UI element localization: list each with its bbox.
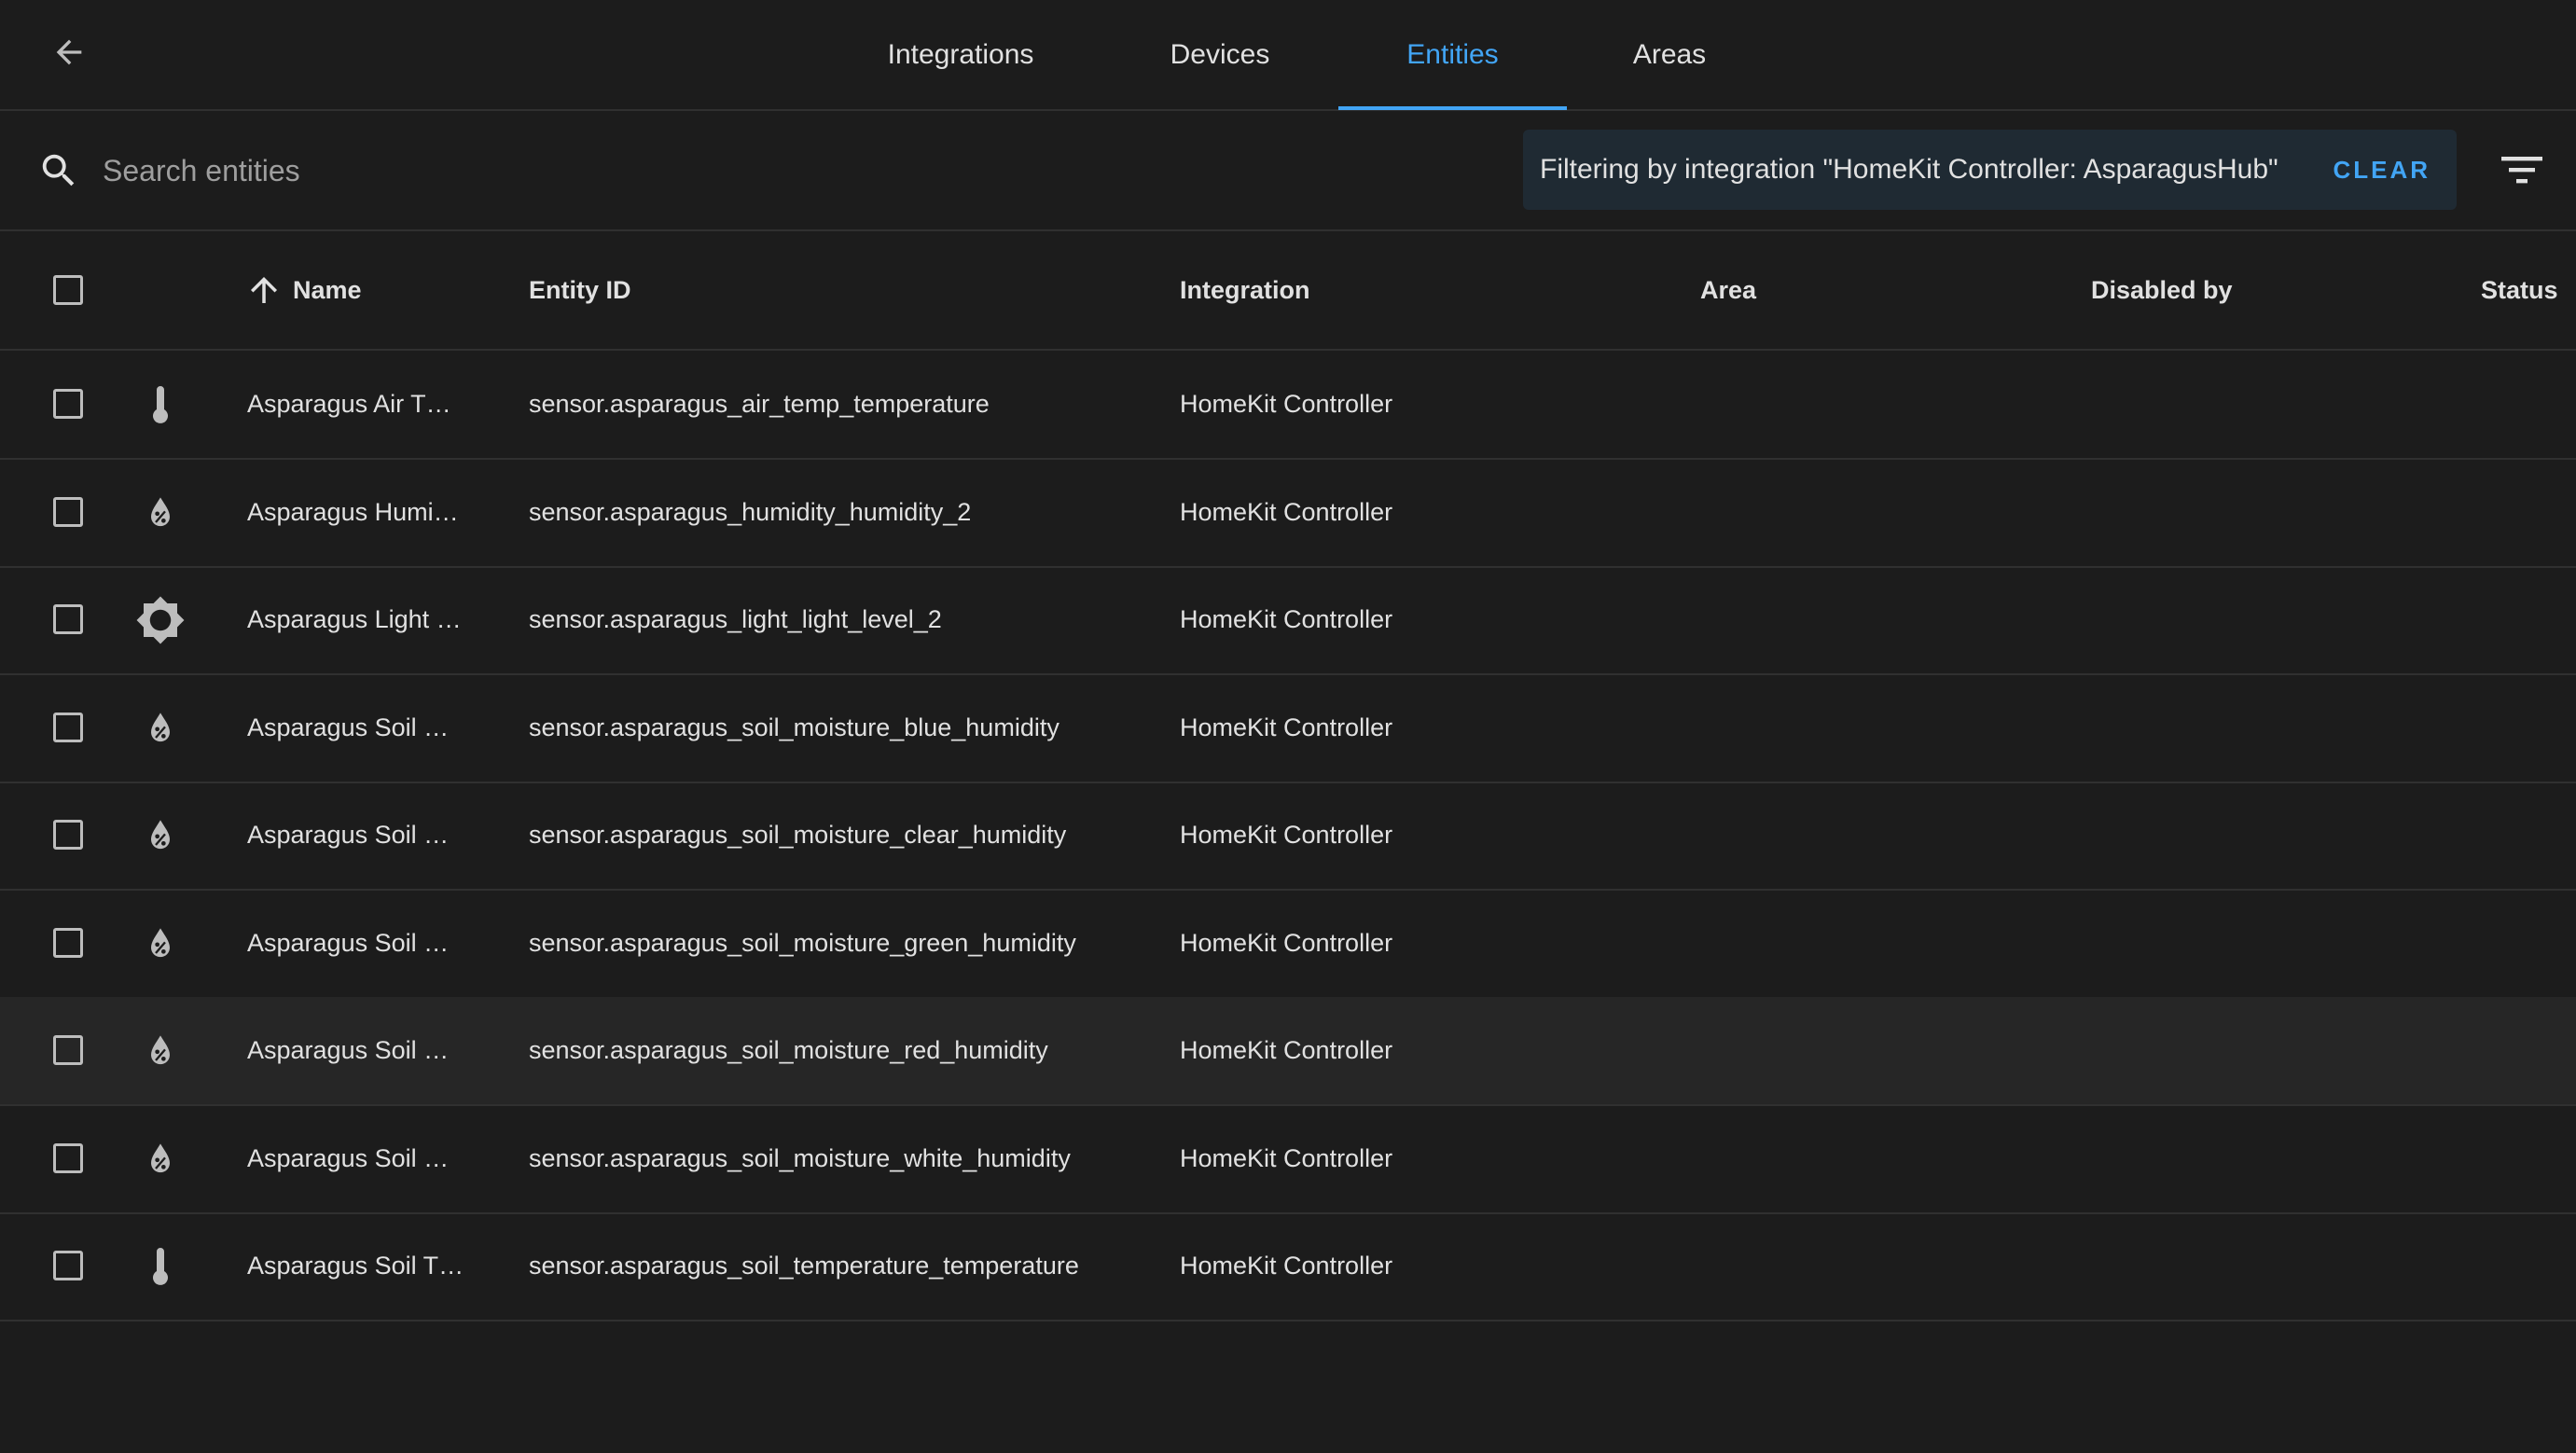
entity-name: Asparagus Soil T… [247, 1252, 464, 1280]
arrow-up-icon [251, 277, 277, 303]
entity-id: sensor.asparagus_soil_moisture_blue_humi… [529, 713, 1059, 741]
entity-integration: HomeKit Controller [1180, 390, 1393, 418]
search-input[interactable] [101, 145, 944, 196]
filter-menu-icon[interactable] [2500, 151, 2544, 188]
integration-filter-chip: Filtering by integration "HomeKit Contro… [1523, 130, 2457, 210]
search-icon [42, 154, 75, 187]
clear-filter-button[interactable]: CLEAR [2333, 130, 2431, 210]
entity-integration: HomeKit Controller [1180, 605, 1393, 633]
entity-id: sensor.asparagus_soil_moisture_clear_hum… [529, 821, 1067, 849]
water-percent-icon [134, 812, 187, 859]
thermometer-icon [134, 381, 187, 428]
row-checkbox[interactable] [53, 820, 83, 850]
filter-description: Filtering by integration "HomeKit Contro… [1540, 154, 2278, 185]
select-all-checkbox[interactable] [53, 275, 83, 305]
entity-id: sensor.asparagus_air_temp_temperature [529, 390, 990, 418]
entity-integration: HomeKit Controller [1180, 713, 1393, 741]
tab-bar: Integrations Devices Entities Areas [0, 0, 2576, 110]
entity-integration: HomeKit Controller [1180, 497, 1393, 526]
entity-name: Asparagus Soil … [247, 821, 450, 849]
column-header-area[interactable]: Area [1700, 231, 1756, 349]
top-navigation-bar: Integrations Devices Entities Areas [0, 0, 2576, 111]
table-row[interactable]: Asparagus Soil … sensor.asparagus_soil_mo… [0, 890, 2576, 999]
table-row[interactable]: Asparagus Soil … sensor.asparagus_soil_mo… [0, 1105, 2576, 1214]
water-percent-icon [134, 1136, 187, 1183]
column-header-name-label: Name [293, 275, 362, 304]
row-checkbox[interactable] [53, 1251, 83, 1280]
entity-name: Asparagus Soil … [247, 1036, 450, 1064]
water-percent-icon [134, 920, 187, 967]
entity-name: Asparagus Air T… [247, 390, 451, 418]
entity-integration: HomeKit Controller [1180, 1252, 1393, 1280]
row-checkbox[interactable] [53, 604, 83, 634]
tab-entities[interactable]: Entities [1338, 0, 1567, 110]
table-row[interactable]: Asparagus Soil T… sensor.asparagus_soil_t… [0, 1212, 2576, 1322]
water-percent-icon [134, 490, 187, 536]
entity-id: sensor.asparagus_humidity_humidity_2 [529, 497, 972, 526]
table-row[interactable]: Asparagus Soil … sensor.asparagus_soil_mo… [0, 997, 2576, 1106]
thermometer-icon [134, 1243, 187, 1290]
table-row[interactable]: Asparagus Air T… sensor.asparagus_air_tem… [0, 351, 2576, 460]
row-checkbox[interactable] [53, 712, 83, 742]
entity-name: Asparagus Soil … [247, 713, 450, 741]
brightness-icon [134, 596, 187, 644]
entity-id: sensor.asparagus_light_light_level_2 [529, 605, 942, 633]
tab-devices[interactable]: Devices [1127, 0, 1313, 109]
column-header-name[interactable]: Name [244, 231, 362, 349]
table-row[interactable]: Asparagus Humi… sensor.asparagus_humidity… [0, 459, 2576, 568]
row-checkbox[interactable] [53, 496, 83, 527]
entity-integration: HomeKit Controller [1180, 1143, 1393, 1172]
entity-name: Asparagus Humi… [247, 497, 459, 526]
column-header-disabled-by[interactable]: Disabled by [2091, 231, 2233, 349]
search-bar: Filtering by integration "HomeKit Contro… [0, 110, 2576, 231]
water-percent-icon [134, 1028, 187, 1074]
tab-areas[interactable]: Areas [1576, 0, 1763, 109]
row-checkbox[interactable] [53, 1142, 83, 1173]
entity-name: Asparagus Soil … [247, 928, 450, 957]
row-checkbox[interactable] [53, 389, 83, 419]
entity-id: sensor.asparagus_soil_moisture_white_hum… [529, 1143, 1071, 1172]
column-header-integration[interactable]: Integration [1180, 231, 1310, 349]
entity-id: sensor.asparagus_soil_moisture_red_humid… [529, 1036, 1048, 1064]
table-header: Name Entity ID Integration Area Disabled… [0, 231, 2576, 351]
column-header-entity-id[interactable]: Entity ID [529, 231, 631, 349]
water-percent-icon [134, 705, 187, 752]
entity-integration: HomeKit Controller [1180, 1036, 1393, 1064]
tab-integrations[interactable]: Integrations [867, 0, 1054, 109]
entity-id: sensor.asparagus_soil_moisture_green_hum… [529, 928, 1076, 957]
column-header-status[interactable]: Status [2481, 231, 2558, 349]
table-row[interactable]: Asparagus Soil … sensor.asparagus_soil_mo… [0, 674, 2576, 783]
row-checkbox[interactable] [53, 1035, 83, 1065]
table-row[interactable]: Asparagus Soil … sensor.asparagus_soil_mo… [0, 782, 2576, 891]
entity-integration: HomeKit Controller [1180, 821, 1393, 849]
entity-integration: HomeKit Controller [1180, 928, 1393, 957]
entity-name: Asparagus Soil … [247, 1143, 450, 1172]
row-checkbox[interactable] [53, 927, 83, 958]
entity-id: sensor.asparagus_soil_temperature_temper… [529, 1252, 1079, 1280]
table-row[interactable]: Asparagus Light … sensor.asparagus_light_… [0, 566, 2576, 675]
entity-name: Asparagus Light … [247, 605, 462, 633]
